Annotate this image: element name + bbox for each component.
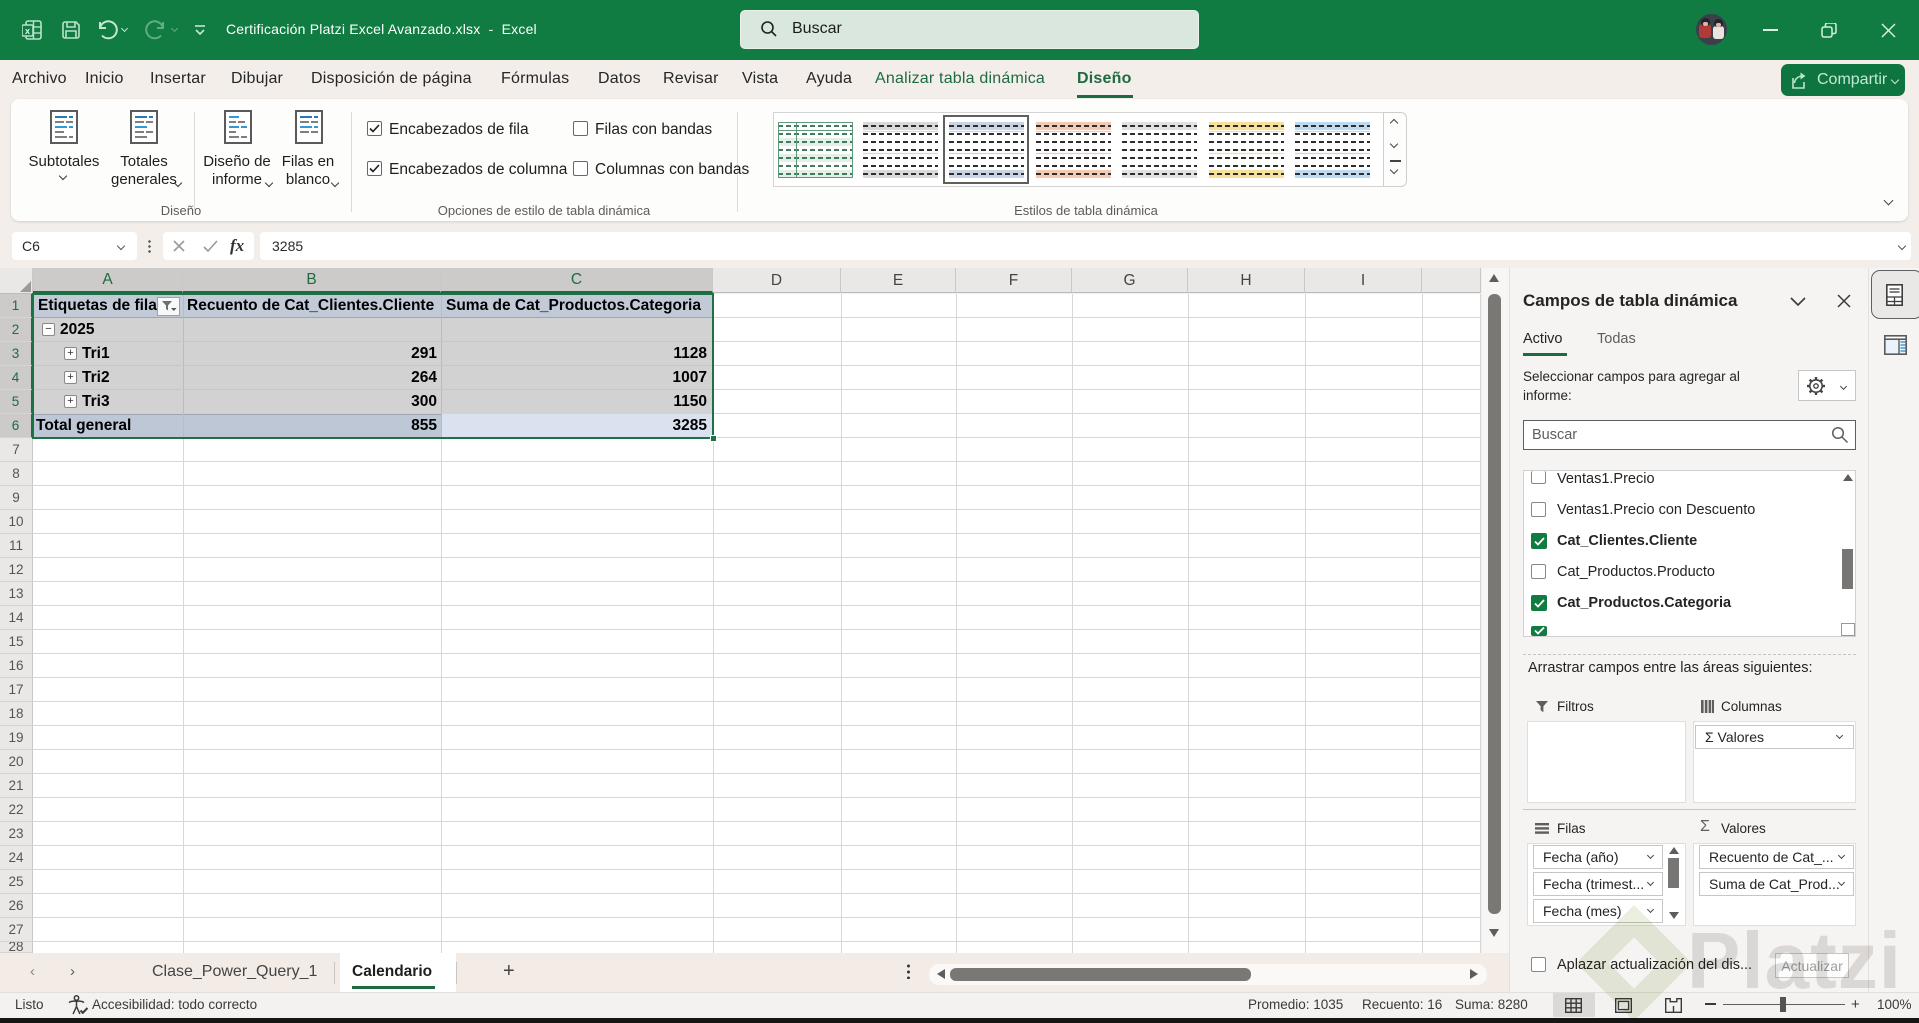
svg-text:x: x	[25, 26, 30, 36]
